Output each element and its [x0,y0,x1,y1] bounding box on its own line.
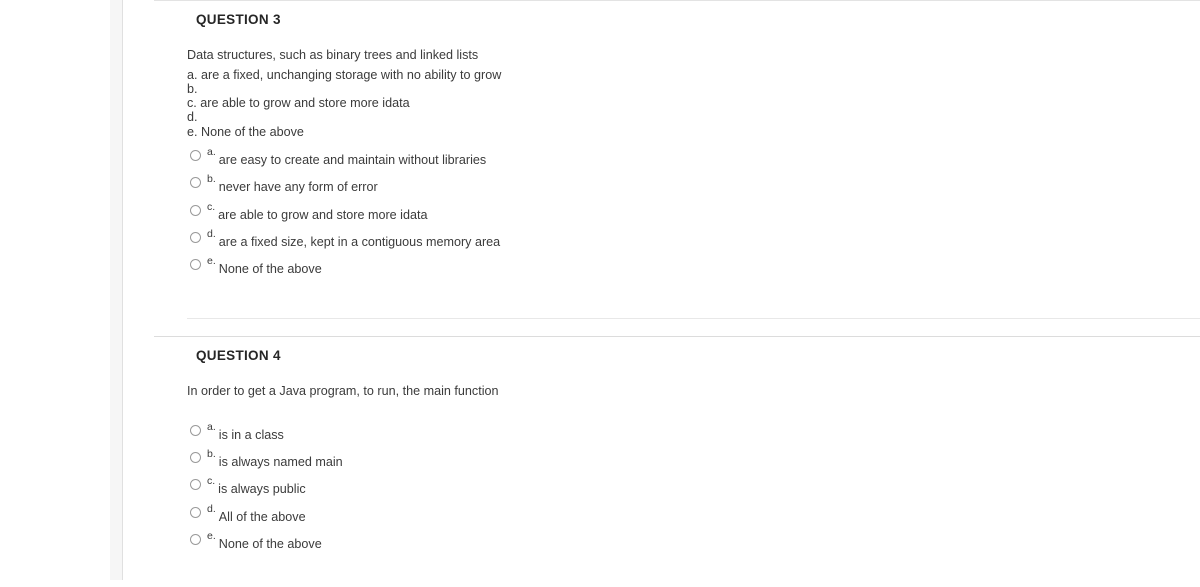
option-row-d[interactable]: d. are a fixed size, kept in a contiguou… [154,229,1200,256]
option-row-a[interactable]: a. are easy to create and maintain witho… [154,145,1200,174]
embedded-choice-line: c. are able to grow and store more idata [187,96,410,111]
question-4-options: a. is in a class b. is always named main… [154,404,1200,559]
option-label: are able to grow and store more idata [218,207,428,222]
option-row-a[interactable]: a. is in a class [154,420,1200,449]
option-letter: d. [207,228,216,241]
option-letter: e. [207,530,216,543]
radio-button-icon[interactable] [190,232,201,244]
question-3-embedded-choices: a. are a fixed, unchanging storage with … [187,68,1200,139]
radio-button-icon[interactable] [190,424,201,436]
option-letter: b. [207,448,216,461]
question-3-prompt: Data structures, such as binary trees an… [187,48,479,62]
question-4-bottom-spacer [154,559,1200,587]
quiz-content-panel: QUESTION 3 Data structures, such as bina… [154,0,1200,580]
question-3-bottom-spacer [154,319,1200,336]
embedded-choice-line: d. [187,110,198,125]
question-3-header: QUESTION 3 [196,12,281,27]
question-4-prompt: In order to get a Java program, to run, … [187,383,499,398]
option-label: is always public [218,482,306,497]
question-3-spacer [154,284,1200,318]
radio-button-icon[interactable] [190,204,201,216]
gutter-padding [123,0,154,580]
option-label: are easy to create and maintain without … [218,152,487,167]
option-letter: e. [207,255,216,268]
option-letter: a. [207,145,216,158]
option-label: never have any form of error [218,180,378,195]
option-letter: d. [207,502,216,515]
option-label: None of the above [218,537,322,552]
question-4-header: QUESTION 4 [196,347,281,363]
option-row-c[interactable]: c. is always public [154,476,1200,503]
option-letter: b. [207,173,216,186]
option-row-b[interactable]: b. is always named main [154,449,1200,476]
page-root: QUESTION 3 Data structures, such as bina… [0,0,1200,580]
option-row-e[interactable]: e. None of the above [154,531,1200,558]
option-label: All of the above [218,509,306,524]
option-label: is in a class [218,427,284,442]
embedded-choice-line: e. None of the above [187,124,304,139]
embedded-choice-line: b. [187,82,198,97]
option-label: None of the above [218,262,322,277]
question-block-3: QUESTION 3 Data structures, such as bina… [154,1,1200,336]
option-letter: c. [207,200,216,213]
question-4-body: In order to get a Java program, to run, … [154,363,1200,404]
question-3-body: Data structures, such as binary trees an… [154,27,1200,139]
radio-button-icon[interactable] [190,479,201,491]
option-row-e[interactable]: e. None of the above [154,256,1200,283]
option-row-b[interactable]: b. never have any form of error [154,174,1200,201]
radio-button-icon[interactable] [190,534,201,546]
radio-button-icon[interactable] [190,149,201,161]
left-margin-area [0,0,110,580]
left-gutter-strip [110,0,123,580]
option-label: are a fixed size, kept in a contiguous m… [218,235,501,250]
option-letter: c. [207,475,216,488]
option-letter: a. [207,420,216,433]
radio-button-icon[interactable] [190,506,201,518]
option-label: is always named main [218,455,343,470]
radio-button-icon[interactable] [190,259,201,271]
option-row-d[interactable]: d. All of the above [154,502,1200,531]
radio-button-icon[interactable] [190,177,201,189]
question-3-options: a. are easy to create and maintain witho… [154,139,1200,284]
embedded-choice-line: a. are a fixed, unchanging storage with … [187,67,502,82]
question-block-4: QUESTION 4 In order to get a Java progra… [154,335,1200,587]
option-row-c[interactable]: c. are able to grow and store more idata [154,200,1200,229]
radio-button-icon[interactable] [190,452,201,464]
